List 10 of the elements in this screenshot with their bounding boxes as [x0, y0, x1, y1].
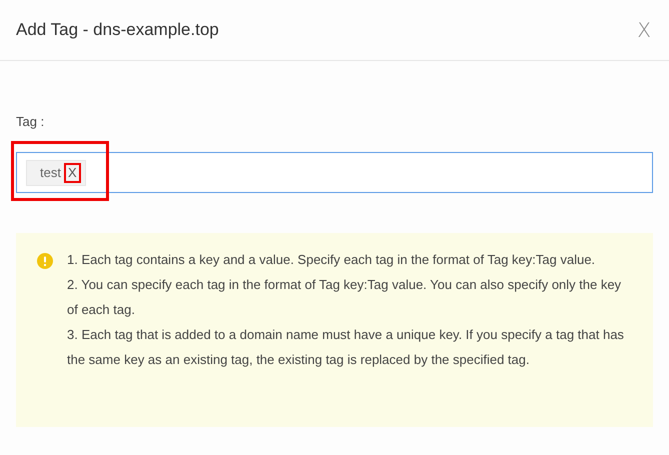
- tag-input-field[interactable]: test X: [16, 152, 653, 193]
- remove-tag-button[interactable]: X: [64, 162, 81, 182]
- notice-text: 3. Each tag that is added to a domain name must have a unique key. If you specify a tag that has the same key as an existing tag, the existing tag is replaced by the specified tag.: [67, 326, 625, 369]
- tag-text: test: [40, 165, 61, 180]
- close-button[interactable]: X: [633, 18, 655, 42]
- notice-text: 2. You can specify each tag in the format of Tag key:Tag value. You can also specify only the key of each tag.: [67, 276, 622, 319]
- warning-icon: [37, 253, 53, 269]
- field-label: Tag :: [16, 114, 44, 129]
- window-title: Add Tag - dns-example.top: [16, 20, 219, 40]
- notice-text: 1. Each tag contains a key and a value. Specify each tag in the format of Tag key:Tag value.: [67, 251, 596, 269]
